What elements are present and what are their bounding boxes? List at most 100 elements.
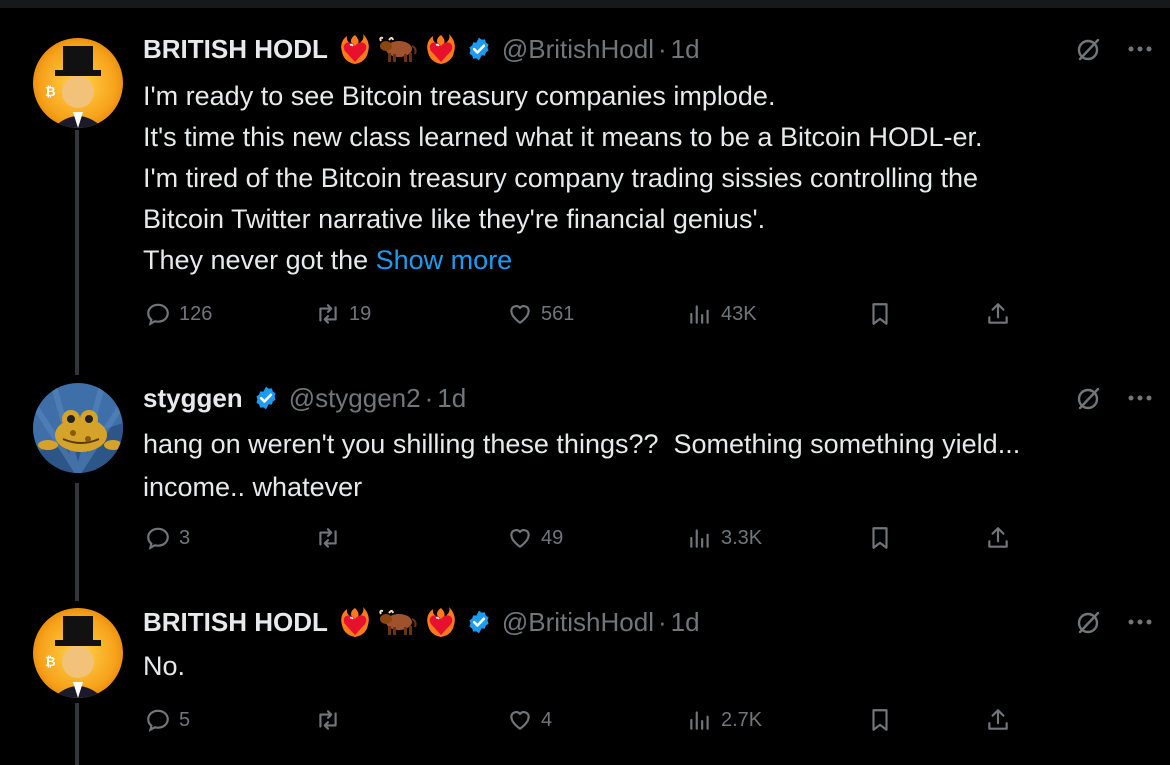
- avatar[interactable]: ₿: [33, 608, 123, 698]
- heart-icon: [510, 711, 530, 730]
- bookmark-button[interactable]: [867, 297, 893, 331]
- bookmark-icon: [872, 527, 888, 549]
- heart-on-fire-icon: [427, 607, 455, 637]
- share-button[interactable]: [985, 297, 1011, 331]
- tweet-actions: 3 49 3.3K: [143, 521, 1023, 555]
- view-count: 3.3K: [721, 526, 763, 549]
- grok-icon[interactable]: [1075, 35, 1103, 63]
- like-button[interactable]: 4: [507, 703, 552, 737]
- repost-button[interactable]: [315, 703, 349, 737]
- tweet-text-fragment: They never got the: [143, 245, 376, 275]
- tweet-text: No.: [143, 646, 1153, 687]
- heart-icon: [510, 305, 530, 324]
- thread-line: [75, 703, 79, 765]
- display-name[interactable]: BRITISH HODL: [143, 607, 328, 638]
- like-button[interactable]: 49: [507, 521, 563, 555]
- reply-icon: [147, 709, 169, 732]
- tweet-text-line: I'm ready to see Bitcoin treasury compan…: [143, 81, 776, 111]
- tweet-text-line: Bitcoin Twitter narrative like they're f…: [143, 204, 766, 234]
- reply-button[interactable]: 3: [145, 521, 190, 555]
- ox-icon: [379, 609, 417, 635]
- tweet-actions: 126 19 561 43K: [143, 297, 1023, 331]
- more-options-icon[interactable]: [1127, 393, 1153, 403]
- avatar[interactable]: ₿: [33, 38, 123, 128]
- repost-icon: [319, 528, 337, 548]
- repost-button[interactable]: 19: [315, 297, 371, 331]
- like-count: 561: [541, 302, 575, 325]
- views-icon: [690, 305, 709, 324]
- tweet[interactable]: ₿ BRITISH HODL @BritishHodl · 1d I'm rea…: [0, 0, 1170, 340]
- more-options-icon[interactable]: [1127, 617, 1153, 627]
- view-count: 43K: [721, 302, 757, 325]
- name-emojis: [338, 605, 458, 639]
- views-icon: [690, 529, 709, 548]
- share-icon: [988, 709, 1008, 730]
- reply-count: 3: [179, 526, 191, 549]
- heart-icon: [510, 529, 530, 548]
- share-button[interactable]: [985, 521, 1011, 555]
- repost-icon: [319, 710, 337, 730]
- tweet-top-actions: [1075, 380, 1153, 416]
- british-hodl-avatar-image: ₿: [33, 608, 123, 698]
- separator-dot: ·: [658, 33, 667, 64]
- heart-on-fire-icon: [341, 34, 369, 64]
- timestamp[interactable]: 1d: [671, 34, 700, 65]
- user-handle[interactable]: @styggen2: [289, 383, 421, 414]
- thread-line: [75, 483, 79, 601]
- repost-icon: [319, 304, 337, 324]
- tweet-text-line: income.. whatever: [143, 472, 363, 502]
- svg-text:₿: ₿: [45, 655, 56, 670]
- separator-dot: ·: [424, 382, 434, 413]
- more-options-icon[interactable]: [1127, 44, 1153, 54]
- share-icon: [988, 527, 1008, 548]
- grok-icon[interactable]: [1075, 384, 1103, 412]
- tweet-text-line: They never got the Show more: [143, 240, 1153, 281]
- tweet-text-line: It's time this new class learned what it…: [143, 122, 983, 152]
- tweet-top-actions: [1075, 604, 1153, 640]
- tweet-text-line: hang on weren't you shilling these thing…: [143, 429, 1021, 459]
- heart-on-fire-icon: [427, 34, 455, 64]
- tweet-header: BRITISH HODL @BritishHodl · 1d: [143, 604, 700, 640]
- svg-text:₿: ₿: [45, 85, 56, 100]
- show-more-link[interactable]: Show more: [376, 245, 513, 275]
- bookmark-button[interactable]: [867, 703, 893, 737]
- bookmark-icon: [872, 709, 888, 731]
- user-handle[interactable]: @BritishHodl: [502, 34, 654, 65]
- tweet-text: hang on weren't you shilling these thing…: [143, 423, 1153, 509]
- reply-button[interactable]: 126: [145, 297, 212, 331]
- share-icon: [988, 303, 1008, 324]
- tweet-text-line: No.: [143, 651, 186, 681]
- display-name[interactable]: BRITISH HODL: [143, 34, 328, 65]
- timestamp[interactable]: 1d: [671, 607, 700, 638]
- like-button[interactable]: 561: [507, 297, 574, 331]
- verified-badge-icon: [469, 610, 489, 634]
- separator-dot: ·: [658, 606, 667, 637]
- grok-icon[interactable]: [1075, 608, 1103, 636]
- views-button[interactable]: 43K: [687, 297, 757, 331]
- bookmark-button[interactable]: [867, 521, 893, 555]
- repost-button[interactable]: [315, 521, 349, 555]
- reply-icon: [147, 527, 169, 550]
- verified-badge-icon: [256, 386, 276, 410]
- reply-button[interactable]: 5: [145, 703, 190, 737]
- like-count: 49: [541, 526, 564, 549]
- display-name[interactable]: styggen: [143, 383, 243, 414]
- timestamp[interactable]: 1d: [437, 383, 466, 414]
- name-emojis: [338, 32, 458, 66]
- styggen-avatar-image: [33, 383, 123, 473]
- tweet-text: I'm ready to see Bitcoin treasury compan…: [143, 76, 1153, 281]
- views-button[interactable]: 2.7K: [687, 703, 762, 737]
- bookmark-icon: [872, 303, 888, 325]
- reply-count: 5: [179, 708, 191, 731]
- tweet-top-actions: [1075, 31, 1153, 67]
- user-handle[interactable]: @BritishHodl: [502, 607, 654, 638]
- repost-count: 19: [349, 302, 372, 325]
- avatar[interactable]: [33, 383, 123, 473]
- like-count: 4: [541, 708, 553, 731]
- tweet-text-line: I'm tired of the Bitcoin treasury compan…: [143, 163, 979, 193]
- share-button[interactable]: [985, 703, 1011, 737]
- reply-count: 126: [179, 302, 213, 325]
- views-button[interactable]: 3.3K: [687, 521, 762, 555]
- british-hodl-avatar-image: ₿: [33, 38, 123, 128]
- tweet-header: BRITISH HODL @BritishHodl · 1d: [143, 31, 700, 67]
